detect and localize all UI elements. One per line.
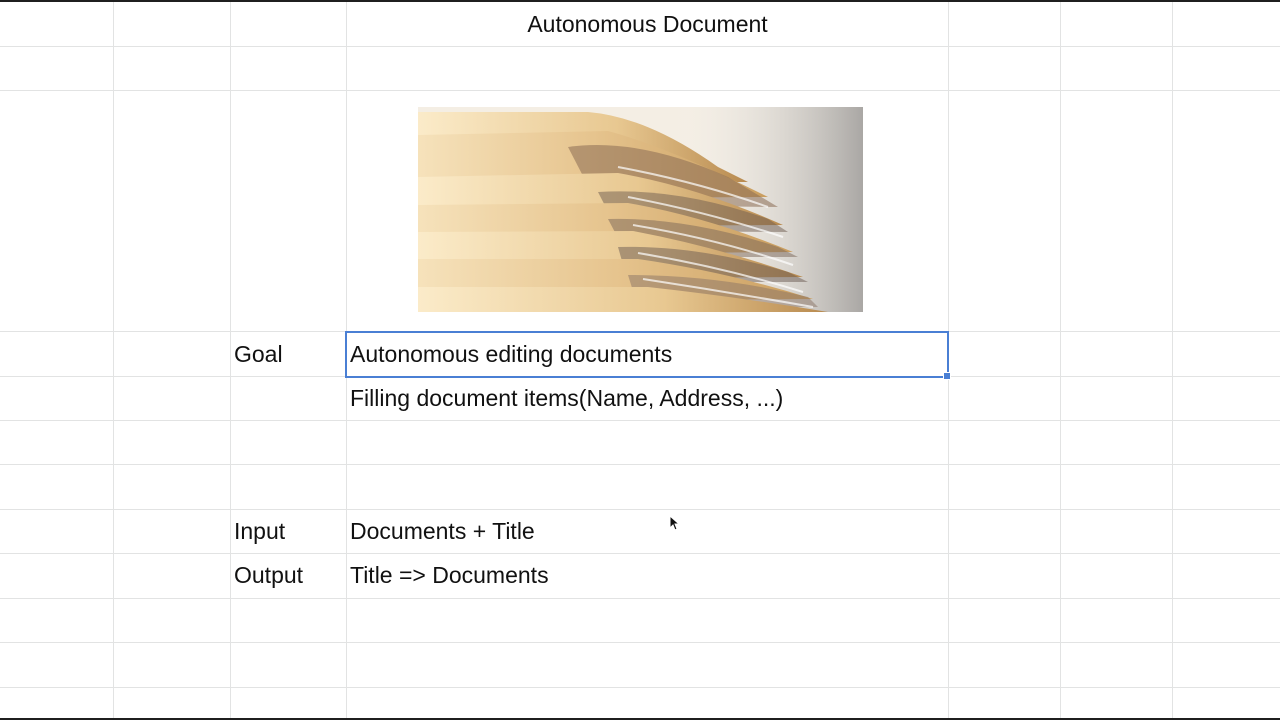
goal-label-cell[interactable]: Goal xyxy=(234,332,283,376)
output-value-cell[interactable]: Title => Documents xyxy=(350,553,549,597)
selected-cell-outline xyxy=(345,331,949,378)
input-value-cell[interactable]: Documents + Title xyxy=(350,509,535,553)
row-divider xyxy=(0,90,1280,91)
column-divider xyxy=(1060,2,1061,718)
column-divider xyxy=(230,2,231,718)
row-divider xyxy=(0,642,1280,643)
row-divider xyxy=(0,553,1280,554)
spreadsheet-grid[interactable]: Autonomous Document Goal Autonomous edit… xyxy=(0,0,1280,720)
row-divider xyxy=(0,420,1280,421)
column-divider xyxy=(1172,2,1173,718)
sheet-title-cell[interactable]: Autonomous Document xyxy=(347,2,948,46)
row-divider xyxy=(0,509,1280,510)
column-divider xyxy=(113,2,114,718)
row-divider xyxy=(0,687,1280,688)
row-divider xyxy=(0,464,1280,465)
row-divider xyxy=(0,46,1280,47)
goal-detail-cell[interactable]: Filling document items(Name, Address, ..… xyxy=(350,376,783,420)
mouse-pointer-icon xyxy=(669,514,681,536)
document-stack-image[interactable] xyxy=(418,107,863,312)
document-stack-photo-icon xyxy=(418,107,863,312)
input-label-cell[interactable]: Input xyxy=(234,509,285,553)
fill-handle[interactable] xyxy=(943,372,951,380)
output-label-cell[interactable]: Output xyxy=(234,553,303,597)
row-divider xyxy=(0,598,1280,599)
